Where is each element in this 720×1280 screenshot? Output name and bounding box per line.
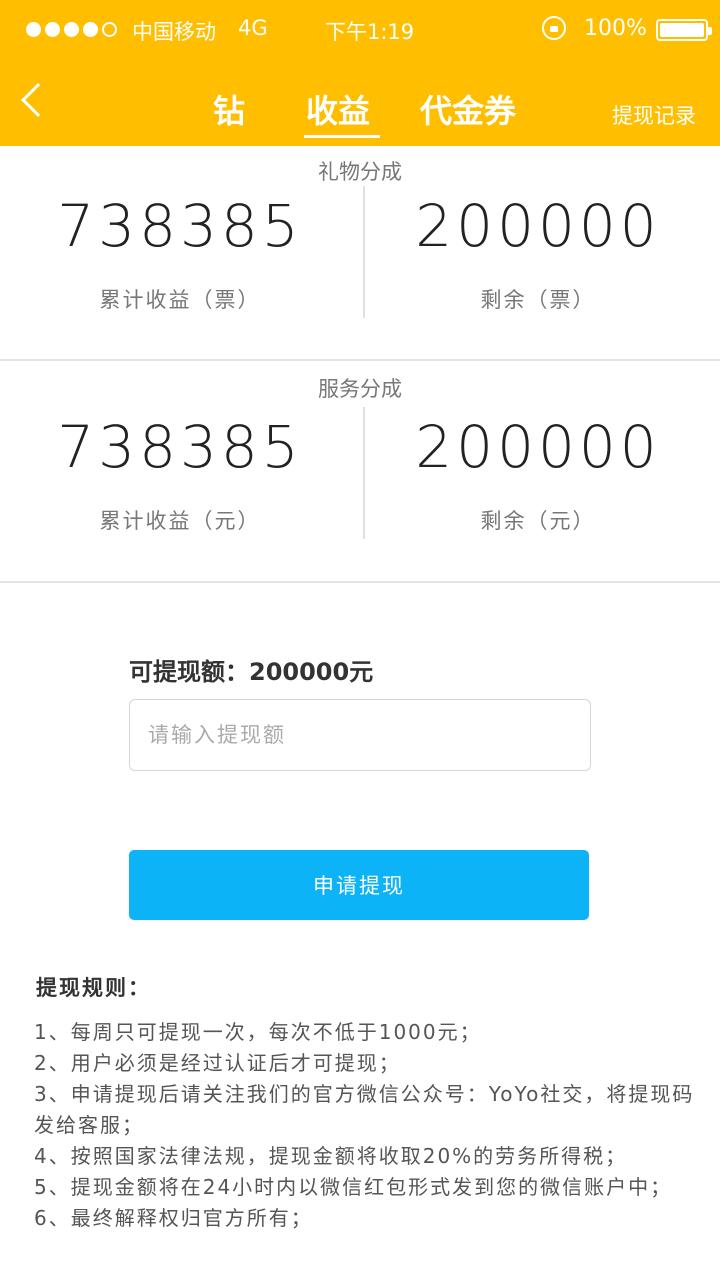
withdraw-record-link[interactable]: 提现记录 [612, 100, 696, 130]
section-title: 礼物分成 [318, 160, 402, 184]
available-amount: 可提现额：200000元 [129, 658, 374, 686]
gift-total-label: 累计收益（票） [99, 288, 261, 312]
status-bar: 中国移动 4G 下午1:19 100% [0, 0, 720, 58]
gift-share-section: 礼物分成 738385 累计收益（票） 200000 剩余（票） [0, 146, 720, 361]
rule-item: 2、用户必须是经过认证后才可提现； [34, 1051, 401, 1075]
network-type: 4G [238, 16, 268, 40]
service-total-label: 累计收益（元） [99, 509, 261, 533]
rules-title: 提现规则： [36, 976, 151, 1000]
gift-total-value: 738385 [57, 192, 303, 260]
service-share-section: 服务分成 738385 累计收益（元） 200000 剩余（元） [0, 361, 720, 583]
apply-withdraw-button[interactable]: 申请提现 [129, 850, 589, 920]
back-chevron-icon[interactable] [21, 83, 55, 117]
section-title: 服务分成 [318, 377, 402, 401]
service-remaining-label: 剩余（元） [480, 509, 596, 533]
service-remaining-value: 200000 [415, 413, 661, 481]
gift-remaining-value: 200000 [415, 192, 661, 260]
carrier-name: 中国移动 [132, 20, 216, 44]
withdraw-amount-input[interactable] [129, 699, 591, 771]
tab-shouyi[interactable]: 收益 [306, 86, 370, 132]
rule-item: 4、按照国家法律法规，提现金额将收取20%的劳务所得税； [34, 1144, 628, 1168]
rules-list: 1、每周只可提现一次，每次不低于1000元； 2、用户必须是经过认证后才可提现；… [34, 1017, 696, 1234]
service-total-value: 738385 [57, 413, 303, 481]
rule-item: 1、每周只可提现一次，每次不低于1000元； [34, 1020, 482, 1044]
signal-dots-icon [26, 22, 117, 37]
tab-daijinquan[interactable]: 代金券 [420, 86, 516, 132]
rule-item: 6、最终解释权归官方所有； [34, 1206, 313, 1230]
rotation-lock-icon [542, 16, 566, 40]
gift-remaining-label: 剩余（票） [480, 288, 596, 312]
nav-bar: 钻 收益 代金券 提现记录 [0, 58, 720, 146]
battery-percent: 100% [584, 16, 647, 41]
rule-item: 3、申请提现后请关注我们的官方微信公众号：YoYo社交，将提现码发给客服； [34, 1082, 695, 1137]
status-time: 下午1:19 [325, 20, 415, 44]
header: 中国移动 4G 下午1:19 100% 钻 收益 代金券 提现记录 [0, 0, 720, 146]
battery-icon [656, 19, 712, 41]
active-tab-indicator [304, 135, 380, 138]
rule-item: 5、提现金额将在24小时内以微信红包形式发到您的微信账户中； [34, 1175, 673, 1199]
tab-zuan[interactable]: 钻 [213, 86, 245, 132]
